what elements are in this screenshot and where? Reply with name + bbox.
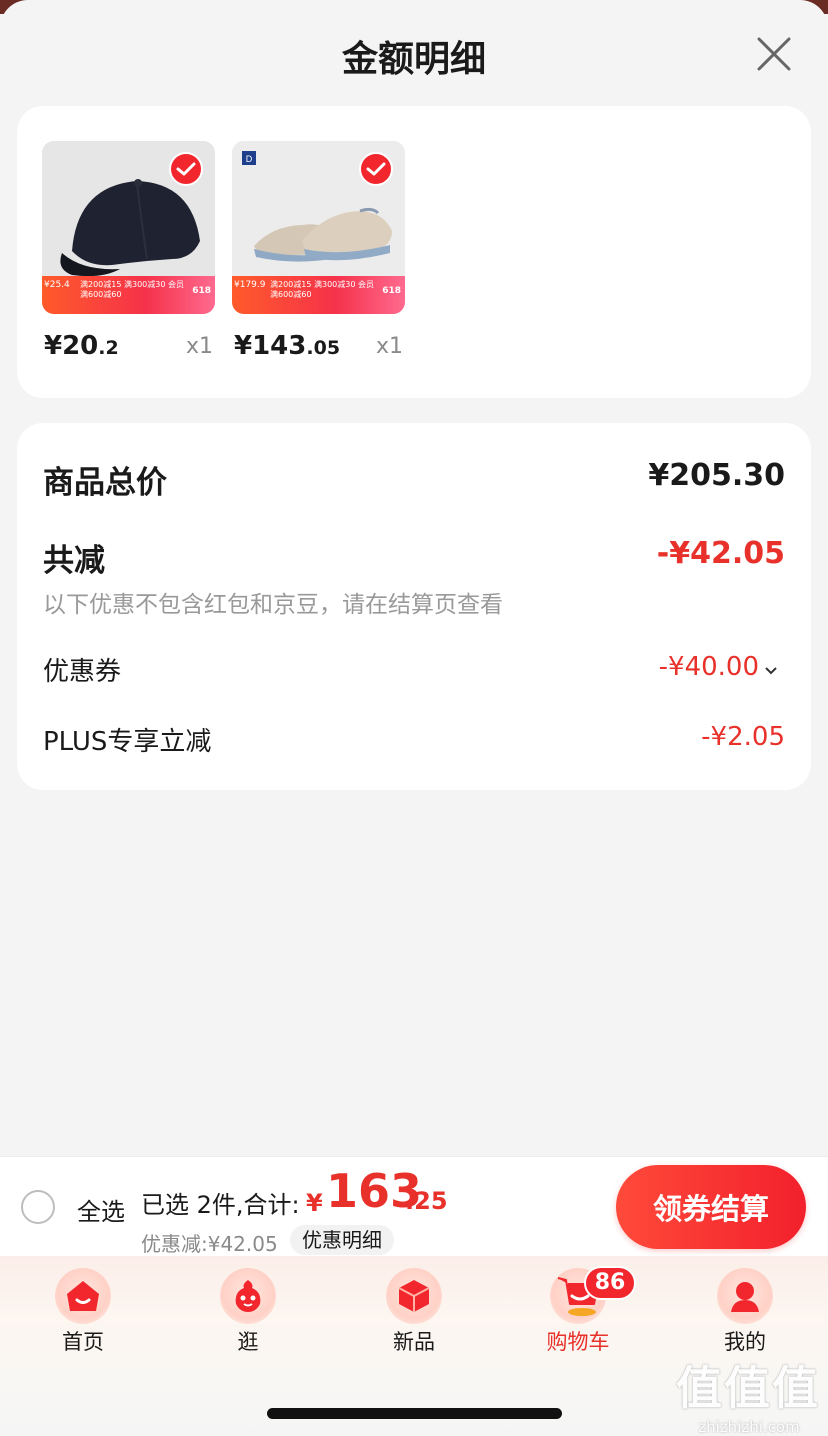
new-products-icon — [386, 1268, 442, 1324]
product-quantity: x1 — [375, 334, 403, 359]
product-item-shoes[interactable]: D ¥179.9 满200减15 满300减30 会员满600减60 618 ¥… — [232, 141, 405, 361]
price-summary-card: 商品总价 ¥205.30 共减 -¥42.05 以下优惠不包含红包和京豆，请在结… — [17, 423, 811, 790]
product-quantity: x1 — [185, 334, 213, 359]
plus-discount-value: -¥2.05 — [701, 722, 785, 752]
promo-text: 满200减15 满300减30 会员满600减60 — [270, 280, 374, 299]
coupon-label: 优惠券 — [43, 657, 122, 687]
tab-cart[interactable]: 86 购物车 — [518, 1266, 638, 1356]
price-decimal: .2 — [98, 337, 119, 359]
select-all-radio[interactable] — [21, 1190, 55, 1224]
home-indicator[interactable] — [267, 1408, 562, 1419]
discount-summary: 优惠减:¥42.05 — [141, 1232, 278, 1256]
tab-label: 首页 — [62, 1330, 104, 1354]
close-icon — [757, 37, 791, 71]
site-watermark: 值值值 zhizhizhi.com — [676, 1352, 822, 1436]
product-item-cap[interactable]: ¥25.4 满200减15 满300减30 会员满600减60 618 ¥20.… — [42, 141, 215, 361]
promo-banner: ¥179.9 满200减15 满300减30 会员满600减60 618 — [232, 276, 405, 314]
selected-count-text: 已选 2件,合计: — [141, 1191, 300, 1219]
price-decimal: .05 — [306, 337, 341, 359]
selected-check-icon[interactable] — [169, 152, 203, 186]
select-all-label[interactable]: 全选 — [77, 1192, 125, 1227]
product-image[interactable]: D ¥179.9 满200减15 满300减30 会员满600减60 618 — [232, 141, 405, 314]
promo-price-tag: ¥25.4 — [44, 280, 70, 290]
selected-check-icon[interactable] — [359, 152, 393, 186]
total-currency: ¥ — [306, 1189, 323, 1217]
total-reduction-value: -¥42.05 — [656, 536, 785, 571]
checkout-button[interactable]: 领券结算 — [616, 1165, 806, 1249]
home-icon — [55, 1268, 111, 1324]
coupon-value: -¥40.00 — [658, 652, 759, 682]
sheet-title: 金额明细 — [341, 39, 486, 80]
total-price-value: ¥205.30 — [648, 458, 785, 493]
tab-label: 购物车 — [546, 1330, 610, 1354]
coupon-value-toggle[interactable]: -¥40.00 — [659, 652, 777, 682]
tab-profile[interactable]: 我的 — [685, 1268, 805, 1356]
total-reduction-label: 共减 — [43, 543, 105, 579]
tab-label: 逛 — [237, 1330, 259, 1354]
promo-text: 满200减15 满300减30 会员满600减60 — [80, 280, 184, 299]
product-price: ¥20.2 — [44, 331, 119, 361]
discount-detail-button[interactable]: 优惠明细 — [290, 1225, 394, 1255]
product-image[interactable]: ¥25.4 满200减15 满300减30 会员满600减60 618 — [42, 141, 215, 314]
cart-count-badge: 86 — [584, 1266, 636, 1300]
price-integer: ¥143 — [234, 331, 307, 361]
price-integer: ¥20 — [44, 331, 99, 361]
browse-icon — [220, 1268, 276, 1324]
discount-note: 以下优惠不包含红包和京豆，请在结算页查看 — [43, 592, 503, 618]
watermark-glyphs: 值值值 — [676, 1361, 820, 1415]
watermark-url: zhizhizhi.com — [698, 1418, 800, 1436]
amount-detail-sheet: 金额明细 ¥25.4 满200减15 满300减30 会员满600减60 618… — [0, 0, 828, 1156]
products-card: ¥25.4 满200减15 满300减30 会员满600减60 618 ¥20.… — [17, 106, 811, 398]
checkout-bar: 全选 已选 2件,合计: ¥ 163 .25 优惠减:¥42.05 优惠明细 领… — [0, 1156, 828, 1256]
plus-discount-label: PLUS专享立减 — [43, 727, 212, 757]
tab-label: 新品 — [393, 1330, 435, 1354]
chevron-down-icon — [765, 652, 777, 682]
svg-text:D: D — [246, 154, 253, 164]
promo-banner: ¥25.4 满200减15 满300减30 会员满600减60 618 — [42, 276, 215, 314]
product-price: ¥143.05 — [234, 331, 340, 361]
close-button[interactable] — [754, 34, 794, 74]
profile-icon — [717, 1268, 773, 1324]
promo-badge: 618 — [382, 286, 401, 296]
total-amount-decimal: .25 — [405, 1187, 448, 1215]
tab-home[interactable]: 首页 — [23, 1268, 143, 1356]
promo-badge: 618 — [192, 286, 211, 296]
promo-price-tag: ¥179.9 — [234, 280, 266, 290]
tab-browse[interactable]: 逛 — [188, 1268, 308, 1356]
tab-new-products[interactable]: 新品 — [354, 1268, 474, 1356]
total-price-label: 商品总价 — [43, 465, 167, 501]
